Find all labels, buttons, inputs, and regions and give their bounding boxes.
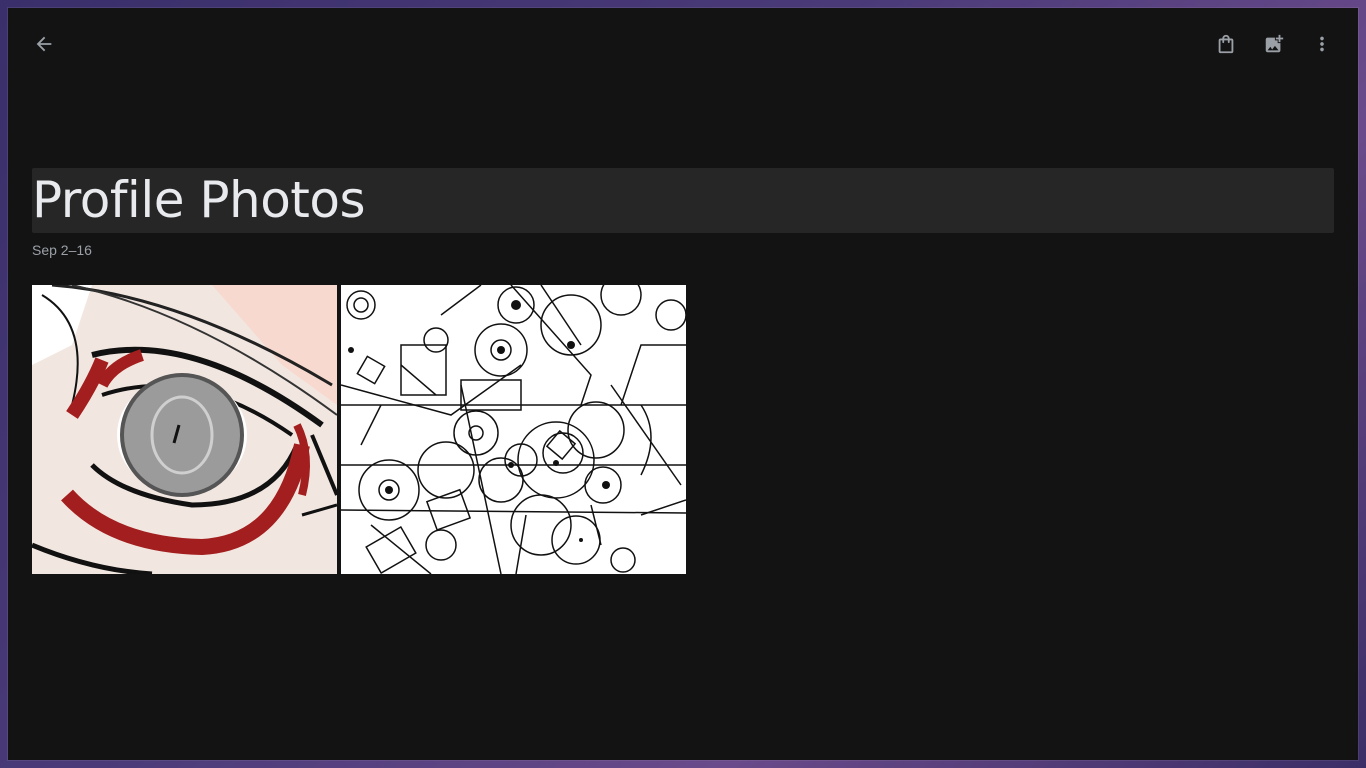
album-window: Profile Photos Sep 2–16 (8, 8, 1358, 760)
order-prints-button[interactable] (1206, 24, 1246, 64)
arrow-back-icon (36, 36, 52, 52)
geometry-drawing-image (341, 285, 686, 574)
more-options-button[interactable] (1302, 24, 1342, 64)
photo-thumbnail-eye[interactable] (32, 285, 337, 574)
album-date-range: Sep 2–16 (32, 242, 92, 258)
album-title-field[interactable]: Profile Photos (32, 168, 1334, 233)
add-photos-button[interactable] (1254, 24, 1294, 64)
shopping-bag-icon (1218, 34, 1234, 54)
photo-grid (32, 285, 686, 574)
more-vert-icon (1320, 36, 1324, 52)
top-app-bar (8, 8, 1358, 72)
back-button[interactable] (24, 24, 64, 64)
add-photo-icon (1265, 34, 1284, 53)
album-title[interactable]: Profile Photos (32, 170, 366, 230)
eye-sketch-image (32, 285, 337, 574)
photo-thumbnail-geometry[interactable] (341, 285, 686, 574)
